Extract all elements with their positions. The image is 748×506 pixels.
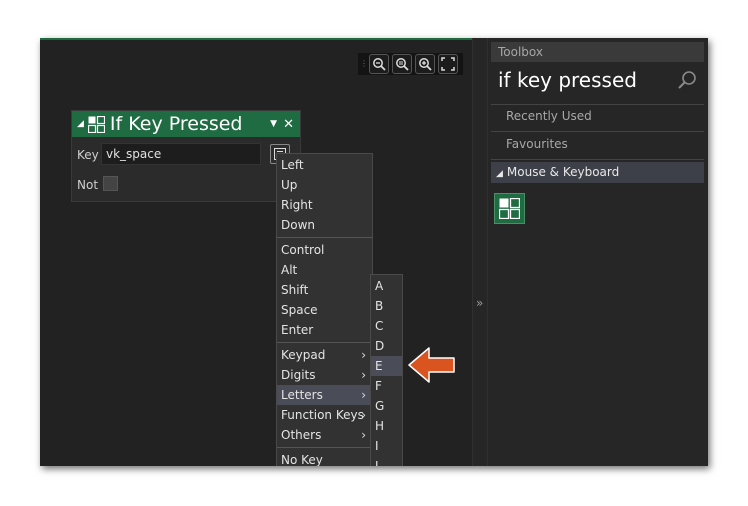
pointer-arrow-icon <box>408 347 455 383</box>
expanded-triangle-icon: ◢ <box>496 169 503 179</box>
letter-item-e[interactable]: E <box>371 356 402 376</box>
menu-item-enter[interactable]: Enter <box>277 320 372 340</box>
letter-item-c[interactable]: C <box>371 316 402 336</box>
key-action-icon <box>499 198 520 219</box>
if-key-pressed-toolbox-action[interactable] <box>494 193 525 224</box>
close-icon[interactable]: ✕ <box>283 117 294 132</box>
drag-handle-icon[interactable]: ⋮ <box>360 57 368 71</box>
divider <box>491 104 704 105</box>
not-label: Not <box>77 178 99 192</box>
category-recently-used[interactable]: Recently Used <box>506 109 592 123</box>
menu-item-down[interactable]: Down <box>277 215 372 235</box>
toolbox-panel: Toolbox if key pressed Recently Used Fav… <box>488 38 708 466</box>
zoom-toolbar: ⋮ <box>358 53 463 75</box>
if-key-pressed-action-node[interactable]: ◢ If Key Pressed ▼ ✕ Key vk_space Not <box>71 110 301 202</box>
ide-window: ⋮ ◢ If Key Pressed ▼ ✕ Key vk_space Not … <box>40 38 708 466</box>
menu-item-control[interactable]: Control <box>277 240 372 260</box>
menu-item-function-keys[interactable]: Function Keys › <box>277 405 372 425</box>
zoom-reset-icon[interactable] <box>392 54 412 74</box>
menu-item-right[interactable]: Right <box>277 195 372 215</box>
key-category-menu: Left Up Right Down Control Alt Shift Spa… <box>276 153 373 466</box>
node-menu-dropdown-icon[interactable]: ▼ <box>270 119 277 129</box>
key-input[interactable]: vk_space <box>101 143 261 165</box>
zoom-out-icon[interactable] <box>369 54 389 74</box>
menu-divider <box>277 237 372 238</box>
chevron-right-icon: › <box>361 388 366 402</box>
panel-splitter[interactable]: » <box>472 38 488 466</box>
menu-item-others[interactable]: Others › <box>277 425 372 445</box>
letter-item-f[interactable]: F <box>371 376 402 396</box>
letter-item-a[interactable]: A <box>371 276 402 296</box>
divider <box>491 159 704 160</box>
node-title: If Key Pressed <box>109 113 243 135</box>
menu-divider <box>277 447 372 448</box>
divider <box>491 131 704 132</box>
not-checkbox[interactable] <box>103 176 118 191</box>
menu-item-digits[interactable]: Digits › <box>277 365 372 385</box>
menu-divider <box>277 342 372 343</box>
menu-item-no-key[interactable]: No Key <box>277 450 372 466</box>
key-action-icon <box>87 115 105 133</box>
menu-item-label: Keypad <box>281 348 326 362</box>
menu-item-left[interactable]: Left <box>277 155 372 175</box>
letter-item-i[interactable]: I <box>371 436 402 456</box>
expand-chevron-icon[interactable]: » <box>476 296 483 310</box>
letter-item-d[interactable]: D <box>371 336 402 356</box>
menu-item-keypad[interactable]: Keypad › <box>277 345 372 365</box>
menu-item-label: Digits <box>281 368 316 382</box>
category-favourites[interactable]: Favourites <box>506 137 568 151</box>
category-label: Mouse & Keyboard <box>506 165 620 179</box>
menu-item-label: Others <box>281 428 322 442</box>
zoom-in-icon[interactable] <box>415 54 435 74</box>
letters-submenu: A B C D E F G H I J <box>370 274 403 466</box>
menu-item-label: Function Keys <box>281 408 364 422</box>
collapse-triangle-icon[interactable]: ◢ <box>77 119 84 129</box>
menu-item-up[interactable]: Up <box>277 175 372 195</box>
chevron-right-icon: › <box>361 428 366 442</box>
menu-item-shift[interactable]: Shift <box>277 280 372 300</box>
menu-item-space[interactable]: Space <box>277 300 372 320</box>
chevron-right-icon: › <box>361 408 366 422</box>
chevron-right-icon: › <box>361 348 366 362</box>
letter-item-j[interactable]: J <box>371 456 402 466</box>
letter-item-b[interactable]: B <box>371 296 402 316</box>
event-canvas[interactable]: ⋮ ◢ If Key Pressed ▼ ✕ Key vk_space Not … <box>40 38 472 466</box>
menu-item-label: Letters <box>281 388 323 402</box>
letter-item-h[interactable]: H <box>371 416 402 436</box>
menu-item-alt[interactable]: Alt <box>277 260 372 280</box>
toolbox-header: Toolbox <box>491 42 704 62</box>
category-mouse-keyboard[interactable]: ◢ Mouse & Keyboard <box>491 162 704 183</box>
menu-item-letters[interactable]: Letters › <box>277 385 372 405</box>
fit-to-screen-icon[interactable] <box>438 54 458 74</box>
node-header[interactable]: ◢ If Key Pressed ▼ ✕ <box>72 111 300 137</box>
search-icon[interactable] <box>677 70 697 90</box>
chevron-right-icon: › <box>361 368 366 382</box>
letter-item-g[interactable]: G <box>371 396 402 416</box>
key-label: Key <box>77 148 99 162</box>
toolbox-search-input[interactable]: if key pressed <box>498 68 637 92</box>
